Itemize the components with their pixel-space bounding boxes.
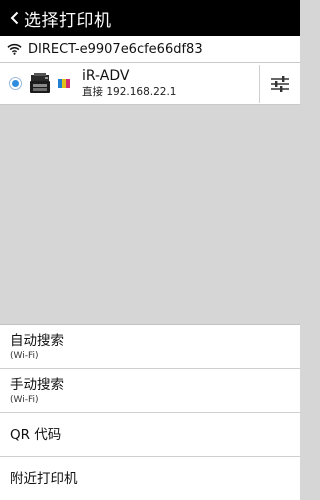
printer-icon bbox=[30, 72, 50, 93]
printer-name: iR-ADV bbox=[82, 68, 130, 84]
printer-list-empty-area bbox=[0, 106, 300, 324]
radio-selected-dot bbox=[12, 80, 19, 87]
menu-item-sublabel: (Wi-Fi) bbox=[10, 350, 39, 361]
menu-item-label: 手动搜索 bbox=[10, 376, 64, 393]
network-name: DIRECT-e9907e6cfe66df83 bbox=[28, 41, 203, 57]
menu-item-label: 附近打印机 bbox=[10, 471, 78, 487]
menu-item-manual-search[interactable]: 手动搜索 (Wi-Fi) bbox=[0, 369, 300, 413]
menu-item-qr-code[interactable]: QR 代码 bbox=[0, 413, 300, 457]
menu-item-label: QR 代码 bbox=[10, 426, 62, 443]
printer-settings-button[interactable] bbox=[260, 63, 300, 105]
back-button[interactable] bbox=[0, 0, 22, 36]
menu-item-nearby-printers[interactable]: 附近打印机 bbox=[0, 457, 300, 500]
color-printer-icon bbox=[58, 79, 70, 88]
printer-list-item[interactable]: iR-ADV 直接 192.168.22.1 bbox=[0, 63, 300, 105]
chevron-left-icon bbox=[10, 11, 18, 25]
search-menu: 自动搜索 (Wi-Fi) 手动搜索 (Wi-Fi) QR 代码 附近打印机 bbox=[0, 324, 300, 500]
menu-item-auto-search[interactable]: 自动搜索 (Wi-Fi) bbox=[0, 325, 300, 369]
page-title: 选择打印机 bbox=[24, 10, 112, 31]
sliders-icon bbox=[271, 75, 289, 92]
menu-item-label: 自动搜索 bbox=[10, 332, 64, 349]
menu-item-sublabel: (Wi-Fi) bbox=[10, 394, 39, 405]
wifi-icon bbox=[7, 43, 22, 55]
printer-info: iR-ADV 直接 192.168.22.1 bbox=[82, 68, 259, 99]
printer-radio-button[interactable] bbox=[9, 77, 22, 90]
network-row: DIRECT-e9907e6cfe66df83 bbox=[0, 36, 300, 63]
title-bar: 选择打印机 bbox=[0, 0, 300, 36]
printer-address: 直接 192.168.22.1 bbox=[82, 86, 177, 98]
